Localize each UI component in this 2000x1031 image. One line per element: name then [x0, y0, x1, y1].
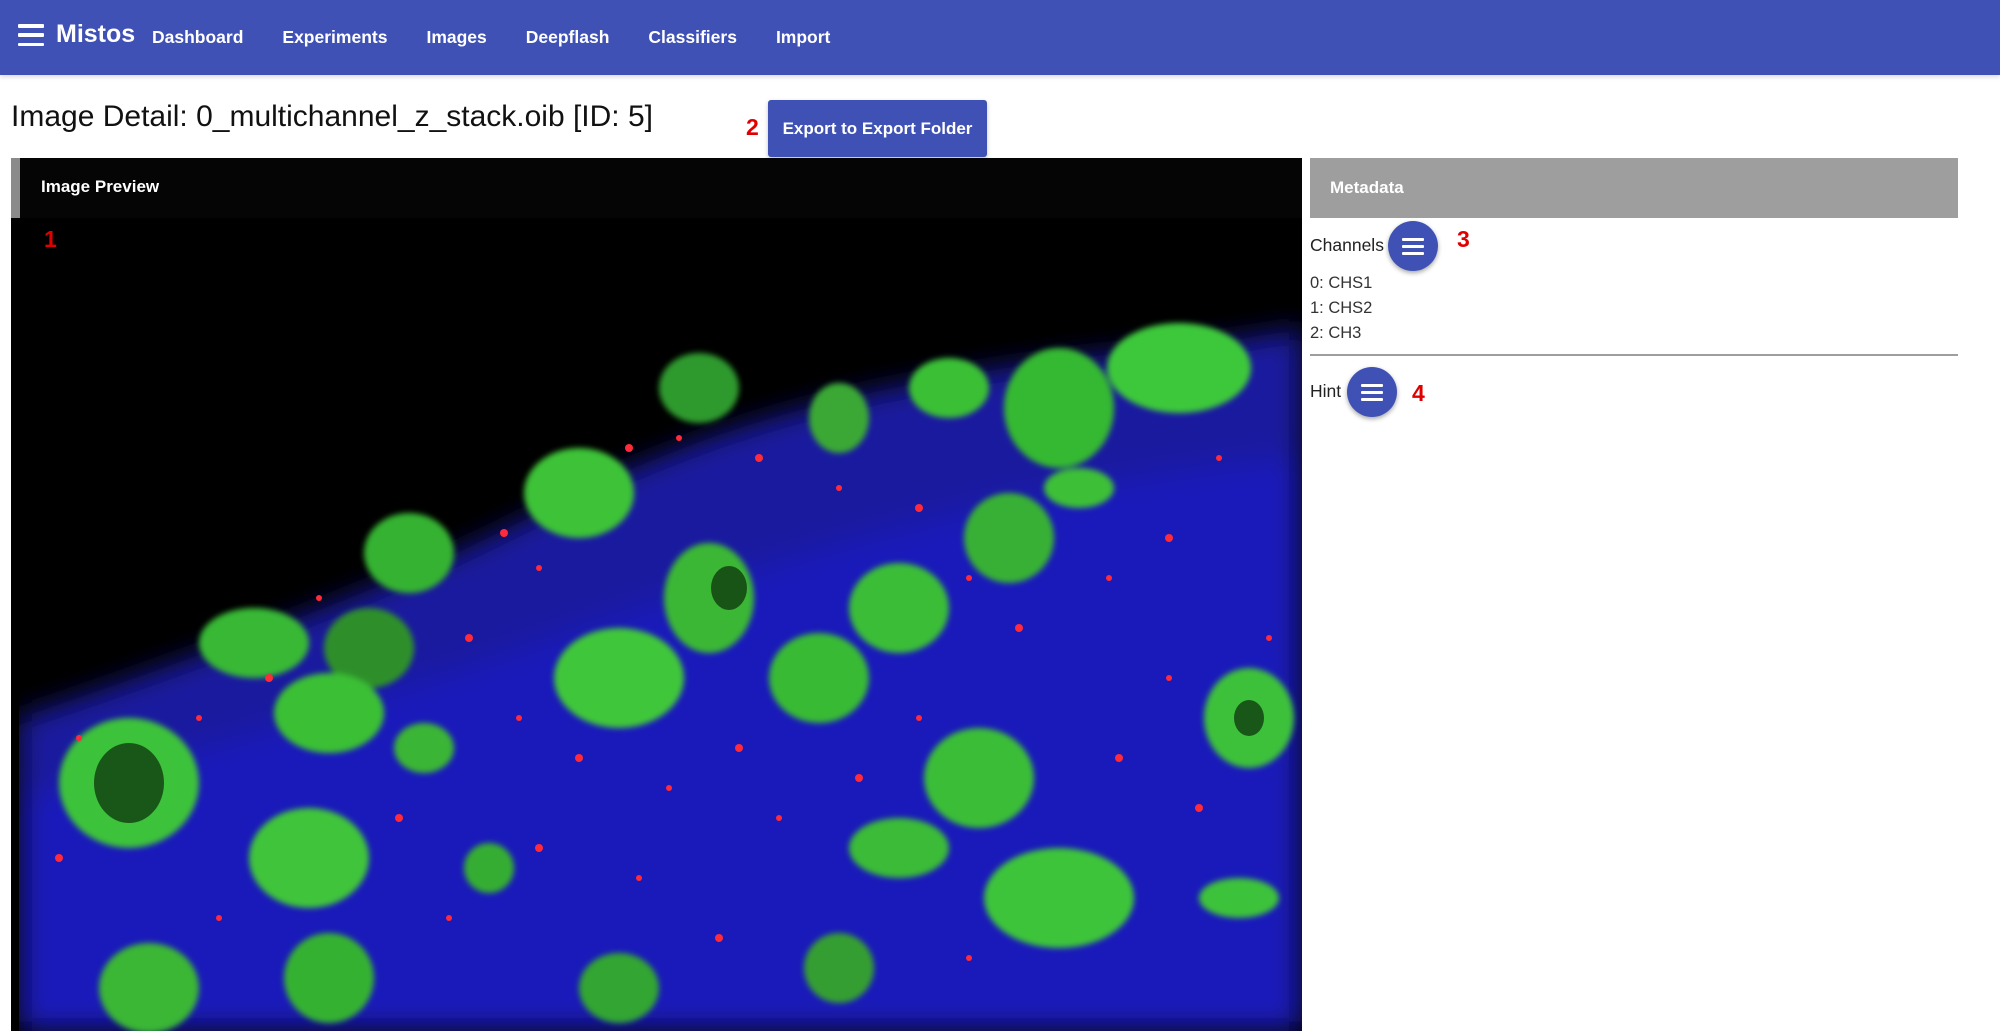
app-brand[interactable]: Mistos: [56, 20, 135, 49]
image-preview-card: Image Preview 1: [11, 158, 1302, 1031]
nav-experiments[interactable]: Experiments: [282, 27, 387, 48]
channels-menu-icon[interactable]: [1388, 221, 1438, 271]
image-preview-title: Image Preview: [41, 177, 160, 196]
image-preview-header: Image Preview: [11, 158, 1302, 218]
nav-dashboard[interactable]: Dashboard: [152, 27, 243, 48]
annotation-4: 4: [1412, 380, 1425, 406]
channel-item: 2: CH3: [1310, 324, 1362, 342]
app-bar: Mistos Dashboard Experiments Images Deep…: [0, 0, 2000, 75]
channel-item: 0: CHS1: [1310, 274, 1373, 292]
channel-item: 1: CHS2: [1310, 299, 1373, 317]
annotation-1: 1: [44, 226, 57, 252]
top-nav: Dashboard Experiments Images Deepflash C…: [152, 0, 869, 75]
nav-import[interactable]: Import: [776, 27, 830, 48]
hint-menu-icon[interactable]: [1347, 367, 1397, 417]
metadata-divider: [1310, 354, 1958, 356]
metadata-title: Metadata: [1330, 178, 1404, 197]
metadata-header: Metadata: [1310, 158, 1958, 218]
microscopy-image[interactable]: [19, 158, 1302, 1031]
menu-icon[interactable]: [18, 24, 44, 46]
annotation-3: 3: [1457, 226, 1470, 252]
nav-deepflash[interactable]: Deepflash: [526, 27, 610, 48]
hint-label: Hint: [1310, 381, 1342, 401]
nav-classifiers[interactable]: Classifiers: [648, 27, 737, 48]
nav-images[interactable]: Images: [426, 27, 486, 48]
channels-label: Channels: [1310, 235, 1384, 255]
export-button[interactable]: Export to Export Folder: [768, 100, 987, 157]
annotation-2: 2: [746, 114, 759, 140]
page-title: Image Detail: 0_multichannel_z_stack.oib…: [11, 100, 653, 133]
